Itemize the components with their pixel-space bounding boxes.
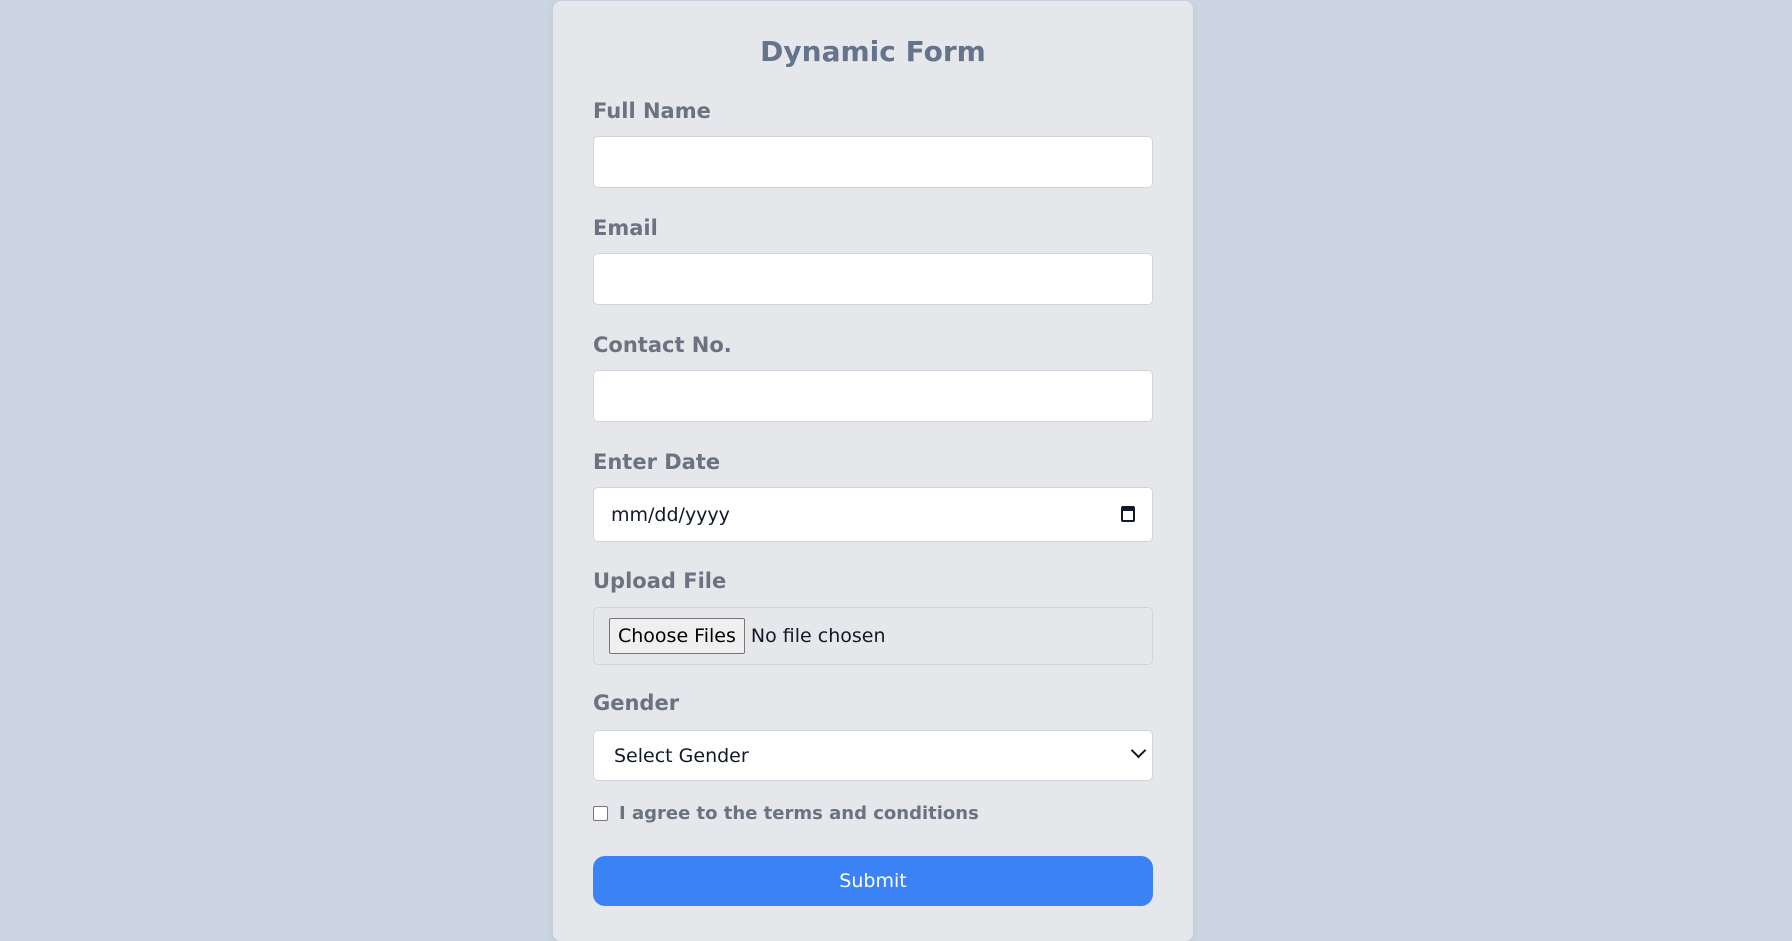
terms-label[interactable]: I agree to the terms and conditions — [619, 802, 979, 826]
file-input: Choose Files No file chosen — [593, 607, 1153, 665]
calendar-icon[interactable] — [1121, 506, 1135, 522]
gender-select[interactable]: Select Gender — [593, 730, 1153, 781]
date-input[interactable]: mm/dd/yyyy — [593, 487, 1153, 542]
choose-files-button[interactable]: Choose Files — [609, 618, 745, 654]
full-name-input[interactable] — [593, 136, 1153, 188]
email-input[interactable] — [593, 253, 1153, 305]
form-title: Dynamic Form — [760, 35, 986, 68]
chevron-down-icon — [1130, 742, 1147, 759]
form-card: Dynamic Form Full Name Email Contact No.… — [553, 1, 1193, 941]
upload-label: Upload File — [593, 569, 727, 593]
submit-button[interactable]: Submit — [593, 856, 1153, 906]
date-placeholder: mm/dd/yyyy — [611, 503, 730, 526]
gender-selected-value: Select Gender — [614, 744, 749, 767]
full-name-label: Full Name — [593, 99, 711, 123]
terms-checkbox[interactable] — [593, 806, 608, 821]
email-label: Email — [593, 216, 658, 240]
date-label: Enter Date — [593, 450, 721, 474]
file-status: No file chosen — [750, 625, 886, 647]
gender-label: Gender — [593, 691, 680, 715]
contact-input[interactable] — [593, 370, 1153, 422]
contact-label: Contact No. — [593, 333, 732, 357]
